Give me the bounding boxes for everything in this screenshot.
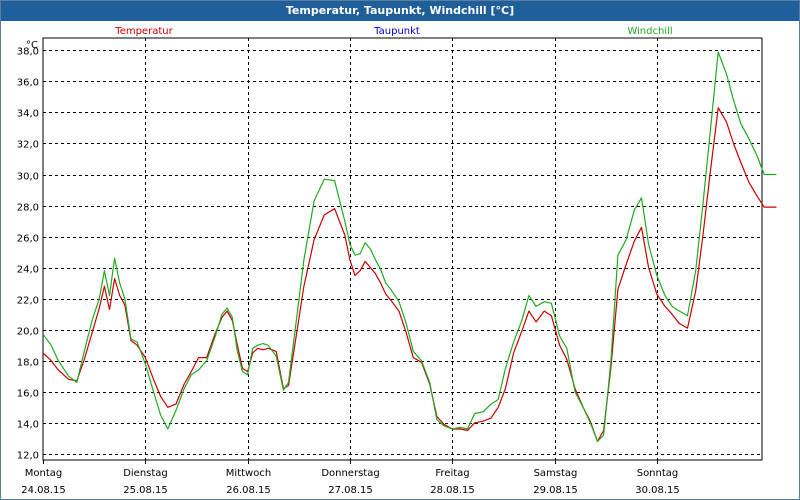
y-axis-label: °C <box>26 40 38 51</box>
y-tick-label: 26,0 <box>17 234 39 245</box>
legend-taupunkt: Taupunkt <box>373 26 420 37</box>
chart-canvas: 12,0 14,0 16,0 18,0 20,0 22,0 24,0 26,0 28,0 30,0… <box>17 26 777 496</box>
x-day-label: Sonntag <box>637 468 679 479</box>
x-date-label: 27.08.15 <box>328 485 373 496</box>
y-tick-label: 32,0 <box>17 140 39 151</box>
x-date-label: 29.08.15 <box>533 485 578 496</box>
y-tick-label: 24,0 <box>17 265 39 276</box>
x-day-label: Montag <box>25 468 62 479</box>
x-day-label: Mittwoch <box>226 468 271 479</box>
plot-area <box>42 37 763 461</box>
x-day-label: Dienstag <box>123 468 168 479</box>
x-date-label: 26.08.15 <box>226 485 271 496</box>
y-tick-label: 20,0 <box>17 327 39 338</box>
y-tick-label: 28,0 <box>17 203 39 214</box>
x-date-label: 24.08.15 <box>21 485 66 496</box>
x-day-label: Samstag <box>534 468 578 479</box>
y-tick-label: 16,0 <box>17 389 39 400</box>
x-date-label: 28.08.15 <box>430 485 475 496</box>
y-tick-label: 12,0 <box>17 451 39 462</box>
y-tick-label: 36,0 <box>17 78 39 89</box>
x-day-label: Donnerstag <box>321 468 379 479</box>
legend-windchill: Windchill <box>627 26 672 37</box>
x-date-label: 25.08.15 <box>123 485 168 496</box>
y-tick-label: 30,0 <box>17 172 39 183</box>
y-tick-label: 34,0 <box>17 109 39 120</box>
y-tick-label: 14,0 <box>17 420 39 431</box>
y-tick-label: 18,0 <box>17 358 39 369</box>
x-date-label: 30.08.15 <box>635 485 680 496</box>
legend-temperatur: Temperatur <box>114 26 173 37</box>
y-tick-label: 22,0 <box>17 296 39 307</box>
x-day-label: Freitag <box>435 468 469 479</box>
